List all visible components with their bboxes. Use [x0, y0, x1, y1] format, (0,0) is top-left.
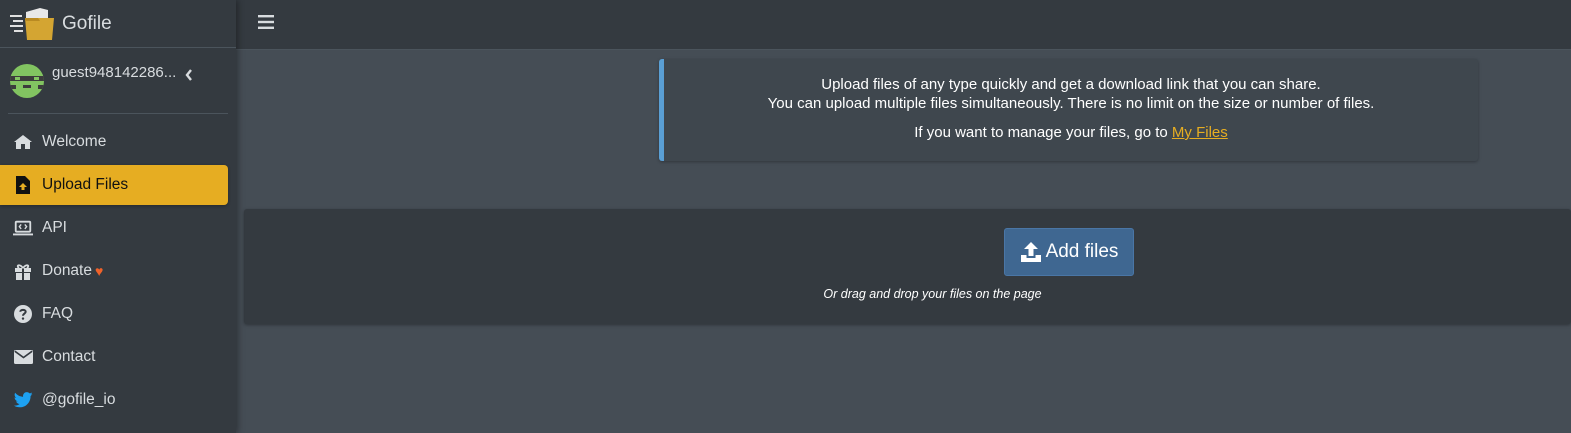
- gofile-logo-icon: [10, 7, 54, 40]
- sidebar-item-faq[interactable]: FAQ: [0, 294, 228, 334]
- user-name[interactable]: guest948142286...: [52, 64, 176, 81]
- upload-dropzone[interactable]: Add files Or drag and drop your files on…: [244, 209, 1571, 324]
- envelope-icon: [13, 348, 33, 366]
- sidebar-item-twitter[interactable]: @gofile_io: [0, 380, 228, 420]
- heart-icon: ♥: [94, 263, 104, 279]
- avatar: [10, 63, 44, 98]
- callout-line-3: If you want to manage your files, go to …: [664, 124, 1478, 141]
- sidebar-item-label: API: [42, 219, 67, 236]
- top-navbar: [236, 0, 1571, 50]
- gift-icon: [13, 262, 33, 280]
- sidebar-item-api[interactable]: API: [0, 208, 228, 248]
- home-icon: [13, 133, 33, 151]
- drag-drop-hint: Or drag and drop your files on the page: [823, 287, 1042, 301]
- chevron-left-icon[interactable]: [184, 68, 194, 82]
- sidebar-item-upload-files[interactable]: Upload Files: [0, 165, 228, 205]
- add-files-button[interactable]: Add files: [1004, 228, 1134, 276]
- my-files-link[interactable]: My Files: [1172, 124, 1228, 141]
- callout-line-3-text: If you want to manage your files, go to: [914, 124, 1172, 141]
- add-files-label: Add files: [1045, 241, 1119, 262]
- brand-link[interactable]: Gofile: [0, 0, 236, 48]
- sidebar-item-label: FAQ: [42, 305, 74, 322]
- sidebar-item-donate[interactable]: Donate ♥: [0, 251, 228, 291]
- twitter-icon: [13, 391, 33, 409]
- sidebar: Gofile guest948142286... Welcome Upload …: [0, 0, 236, 433]
- sidebar-item-label: Welcome: [42, 133, 107, 150]
- sidebar-nav: Welcome Upload Files API Donate ♥ FAQ Co…: [0, 122, 236, 420]
- laptop-code-icon: [13, 219, 33, 237]
- hamburger-menu-icon[interactable]: [258, 14, 274, 30]
- upload-icon: [1020, 242, 1041, 262]
- sidebar-item-label: Donate: [42, 262, 92, 279]
- sidebar-item-label: Contact: [42, 348, 96, 365]
- file-upload-icon: [13, 176, 33, 194]
- brand-name: Gofile: [62, 12, 112, 34]
- callout-line-1: Upload files of any type quickly and get…: [821, 76, 1321, 93]
- sidebar-item-label: @gofile_io: [42, 391, 116, 408]
- sidebar-item-contact[interactable]: Contact: [0, 337, 228, 377]
- sidebar-item-label: Upload Files: [42, 176, 129, 193]
- info-callout: Upload files of any type quickly and get…: [659, 59, 1478, 161]
- user-panel[interactable]: guest948142286...: [8, 48, 228, 114]
- callout-line-2: You can upload multiple files simultaneo…: [767, 95, 1375, 112]
- question-circle-icon: [13, 305, 33, 323]
- sidebar-item-welcome[interactable]: Welcome: [0, 122, 228, 162]
